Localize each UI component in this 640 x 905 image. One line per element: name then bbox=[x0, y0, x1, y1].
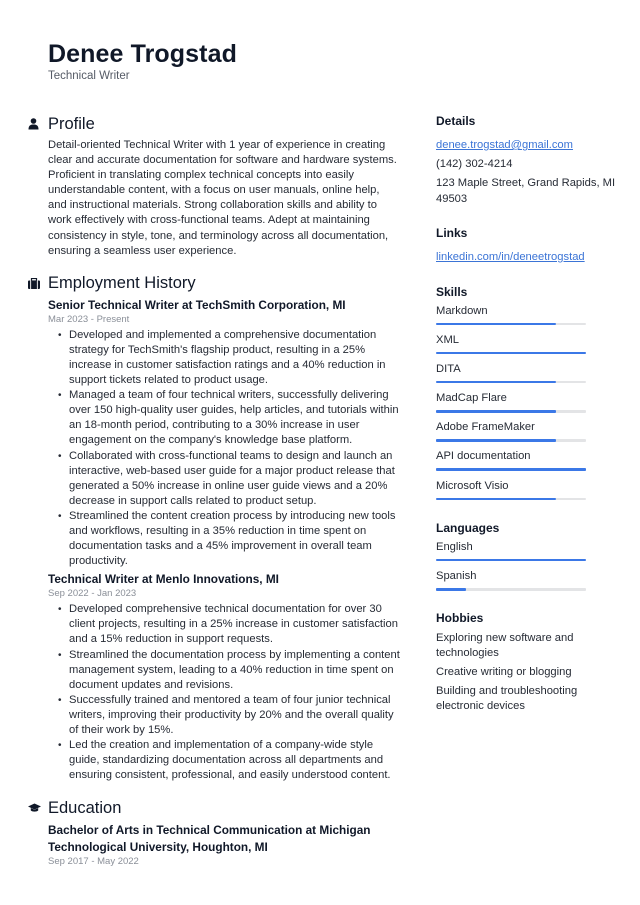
section-title: Education bbox=[48, 798, 122, 817]
skills-section: Skills Markdown XML DITA MadCap Flare Ad… bbox=[436, 284, 616, 507]
level-bar-track bbox=[436, 558, 586, 562]
employment-section: Employment History Senior Technical Writ… bbox=[28, 273, 400, 784]
level-bar-track bbox=[436, 322, 586, 325]
education-section: Education Bachelor of Arts in Technical … bbox=[28, 797, 400, 868]
job-heading: Technical Writer at Menlo Innovations, M… bbox=[48, 572, 279, 587]
job-entry: Senior Technical Writer at TechSmith Cor… bbox=[48, 297, 400, 570]
languages-title: Languages bbox=[436, 520, 500, 535]
email-link[interactable]: denee.trogstad@gmail.com bbox=[436, 138, 573, 154]
person-icon bbox=[28, 118, 48, 130]
skill-item: Adobe FrameMaker bbox=[436, 419, 616, 448]
education-dates: Sep 2017 - May 2022 bbox=[48, 856, 139, 868]
section-title: Employment History bbox=[48, 274, 196, 293]
job-bullet: Streamlined the content creation process… bbox=[58, 509, 400, 569]
sidebar-column: Details denee.trogstad@gmail.com (142) 3… bbox=[436, 113, 616, 718]
level-bar-fill bbox=[436, 380, 556, 384]
address: 123 Maple Street, Grand Rapids, MI 49503 bbox=[436, 177, 616, 205]
linkedin-link[interactable]: linkedin.com/in/deneetrogstad bbox=[436, 250, 585, 266]
hobbies-title: Hobbies bbox=[436, 611, 484, 626]
job-bullet: Developed and implemented a comprehensiv… bbox=[58, 328, 400, 388]
job-bullets: Developed comprehensive technical docume… bbox=[58, 602, 400, 783]
skill-item: API documentation bbox=[436, 448, 616, 477]
level-bar-fill bbox=[436, 588, 466, 591]
hobbies-section: Hobbies Exploring new software and techn… bbox=[436, 610, 616, 714]
level-bar-track bbox=[436, 468, 586, 471]
level-bar-fill bbox=[436, 468, 586, 471]
job-bullet: Collaborated with cross-functional teams… bbox=[58, 449, 400, 509]
level-bar-track bbox=[436, 351, 586, 355]
links-title: Links bbox=[436, 226, 468, 240]
level-bar-fill bbox=[436, 439, 556, 442]
details-title: Details bbox=[436, 114, 476, 128]
resume-header: Denee Trogstad Technical Writer bbox=[48, 39, 237, 83]
level-bar-fill bbox=[436, 558, 586, 562]
skill-label: MadCap Flare bbox=[436, 392, 507, 405]
candidate-name: Denee Trogstad bbox=[48, 40, 237, 68]
details-section: Details denee.trogstad@gmail.com (142) 3… bbox=[436, 113, 616, 207]
hobby-item: Creative writing or blogging bbox=[436, 666, 572, 679]
links-section: Links linkedin.com/in/deneetrogstad bbox=[436, 225, 616, 266]
languages-section: Languages English Spanish bbox=[436, 520, 616, 597]
candidate-job-title: Technical Writer bbox=[48, 70, 130, 82]
level-bar-track bbox=[436, 380, 586, 384]
level-bar-fill bbox=[436, 497, 556, 501]
language-item: English bbox=[436, 539, 616, 568]
briefcase-icon bbox=[28, 278, 48, 290]
skill-label: Microsoft Visio bbox=[436, 479, 509, 492]
skill-label: Markdown bbox=[436, 304, 488, 317]
language-label: English bbox=[436, 540, 473, 553]
level-bar-track bbox=[436, 497, 586, 501]
skill-item: XML bbox=[436, 332, 616, 361]
level-bar-fill bbox=[436, 351, 586, 355]
level-bar-fill bbox=[436, 410, 556, 413]
language-label: Spanish bbox=[436, 570, 477, 582]
job-dates: Mar 2023 - Present bbox=[48, 313, 130, 325]
job-heading: Senior Technical Writer at TechSmith Cor… bbox=[48, 297, 346, 312]
level-bar-fill bbox=[436, 322, 556, 325]
skill-item: DITA bbox=[436, 361, 616, 390]
job-bullet: Developed comprehensive technical docume… bbox=[58, 602, 400, 647]
profile-summary: Detail-oriented Technical Writer with 1 … bbox=[48, 139, 397, 257]
job-bullet: Managed a team of four technical writers… bbox=[58, 388, 400, 448]
profile-section: Profile Detail-oriented Technical Writer… bbox=[28, 113, 400, 259]
skills-title: Skills bbox=[436, 284, 468, 299]
skill-item: Markdown bbox=[436, 303, 616, 332]
skill-label: API documentation bbox=[436, 450, 531, 463]
level-bar-track bbox=[436, 439, 586, 442]
skill-label: Adobe FrameMaker bbox=[436, 421, 535, 434]
job-dates: Sep 2022 - Jan 2023 bbox=[48, 588, 137, 600]
education-degree: Bachelor of Arts in Technical Communicat… bbox=[48, 823, 371, 854]
graduation-cap-icon bbox=[28, 803, 48, 813]
hobby-item: Exploring new software and technologies bbox=[436, 632, 574, 660]
job-bullet: Successfully trained and mentored a team… bbox=[58, 693, 400, 738]
section-title: Profile bbox=[48, 114, 95, 133]
skill-item: Microsoft Visio bbox=[436, 478, 616, 507]
hobby-item: Building and troubleshooting electronic … bbox=[436, 685, 578, 713]
job-bullets: Developed and implemented a comprehensiv… bbox=[58, 328, 400, 570]
skill-label: XML bbox=[436, 333, 460, 346]
main-column: Profile Detail-oriented Technical Writer… bbox=[28, 113, 400, 870]
language-item: Spanish bbox=[436, 568, 616, 597]
level-bar-track bbox=[436, 410, 586, 413]
skill-label: DITA bbox=[436, 362, 461, 375]
phone-number: (142) 302-4214 bbox=[436, 157, 513, 170]
level-bar-track bbox=[436, 588, 586, 591]
skill-item: MadCap Flare bbox=[436, 390, 616, 419]
job-bullet: Streamlined the documentation process by… bbox=[58, 648, 400, 693]
job-entry: Technical Writer at Menlo Innovations, M… bbox=[48, 571, 400, 783]
job-bullet: Led the creation and implementation of a… bbox=[58, 738, 400, 783]
